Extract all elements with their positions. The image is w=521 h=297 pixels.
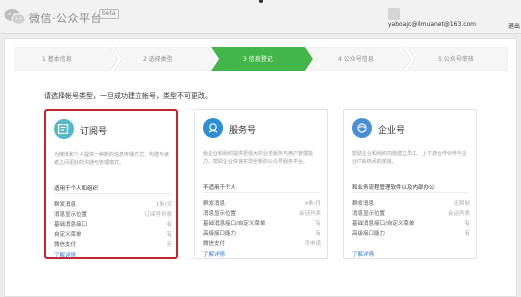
step-account-info: 4 公众号信息 [338, 56, 374, 63]
subscription-icon [54, 119, 74, 139]
feature-row: 微信支付 可申请 [203, 241, 321, 247]
divider [203, 192, 321, 193]
account-email[interactable]: yaboajc@ilmuanet@163.com [388, 21, 476, 28]
logout-link[interactable]: 退出 [508, 21, 520, 30]
step-basic-info: 1 基本信息 [42, 56, 72, 63]
progress-steps: 1 基本信息 2 选择类型 3 信息登记 4 公众号信息 5 公众号审核 [15, 47, 508, 71]
card-title: 服务号 [229, 126, 257, 136]
feature-row: 消息显示位置 会话列表 [203, 211, 321, 217]
card-suitable: 和业务流程管理软件以及内部办公 [352, 185, 435, 191]
feature-row: 消息显示位置 订阅号列表 [54, 212, 172, 218]
feature-row: 群发消息 1条/天 [54, 202, 172, 208]
instruction-text: 请选择帐号类型，一旦成功建立帐号，类型不可更改。 [44, 92, 212, 100]
service-account-card[interactable]: 服务号 给企业和组织提供更强大的业务服务与用户管理能力，帮助企业快速实现全新的公… [194, 109, 328, 259]
divider [352, 192, 470, 193]
card-title: 企业号 [378, 126, 406, 136]
card-description: 为媒体和个人提供一种新的信息传播方式，构建与读者之间更好的沟通与管理模式。 [54, 152, 170, 166]
subscription-account-card[interactable]: 订阅号 为媒体和个人提供一种新的信息传播方式，构建与读者之间更好的沟通与管理模式… [44, 109, 178, 259]
feature-row: 消息显示位置 会话列表 [352, 211, 470, 217]
feature-row: 基础消息接口/自定义菜单有 [352, 221, 470, 227]
feature-row: 群发消息 无限制 [352, 201, 470, 207]
window-notch [259, 0, 263, 3]
avatar[interactable] [388, 8, 400, 20]
feature-row: 基础消息接口/自定义菜单有 [203, 221, 321, 227]
step-info-registration: 3 信息登记 [243, 56, 273, 63]
enterprise-account-card[interactable]: 企业号 帮助企业和组织内部建立员工、上下游合作伙伴与企业IT系统间的连接。 和业… [343, 109, 477, 259]
learn-more-link[interactable]: 了解详情 [203, 250, 225, 258]
card-description: 给企业和组织提供更强大的业务服务与用户管理能力，帮助企业快速实现全新的公众号服务… [203, 151, 314, 165]
app-title: 微信·公众平台 [29, 12, 102, 25]
feature-row: 高级接口能力有 [203, 231, 321, 237]
step-account-review: 5 公众号审核 [438, 56, 474, 63]
card-suitable: 不适用于个人 [203, 185, 237, 191]
step-select-type: 2 选择类型 [143, 56, 173, 63]
divider [54, 193, 172, 194]
card-suitable: 适用于个人和组织 [54, 186, 99, 192]
learn-more-link[interactable]: 了解详情 [54, 251, 76, 259]
wechat-logo-icon [4, 9, 26, 25]
feature-row: 自定义菜单有 [54, 232, 172, 238]
beta-badge: beta [99, 9, 119, 19]
enterprise-icon [352, 118, 372, 138]
card-description: 帮助企业和组织内部建立员工、上下游合作伙伴与企业IT系统间的连接。 [352, 151, 468, 165]
service-icon [203, 118, 223, 138]
card-title: 订阅号 [80, 127, 108, 137]
feature-row: 群发消息 4条/月 [203, 201, 321, 207]
top-header: 微信·公众平台 beta yaboajc@ilmuanet@163.com 退出 [0, 0, 521, 34]
feature-row: 微信支付无 [54, 242, 172, 248]
learn-more-link[interactable]: 了解详情 [352, 250, 374, 258]
feature-row: 高级接口能力有 [352, 231, 470, 237]
feature-row: 基础消息接口有 [54, 222, 172, 228]
